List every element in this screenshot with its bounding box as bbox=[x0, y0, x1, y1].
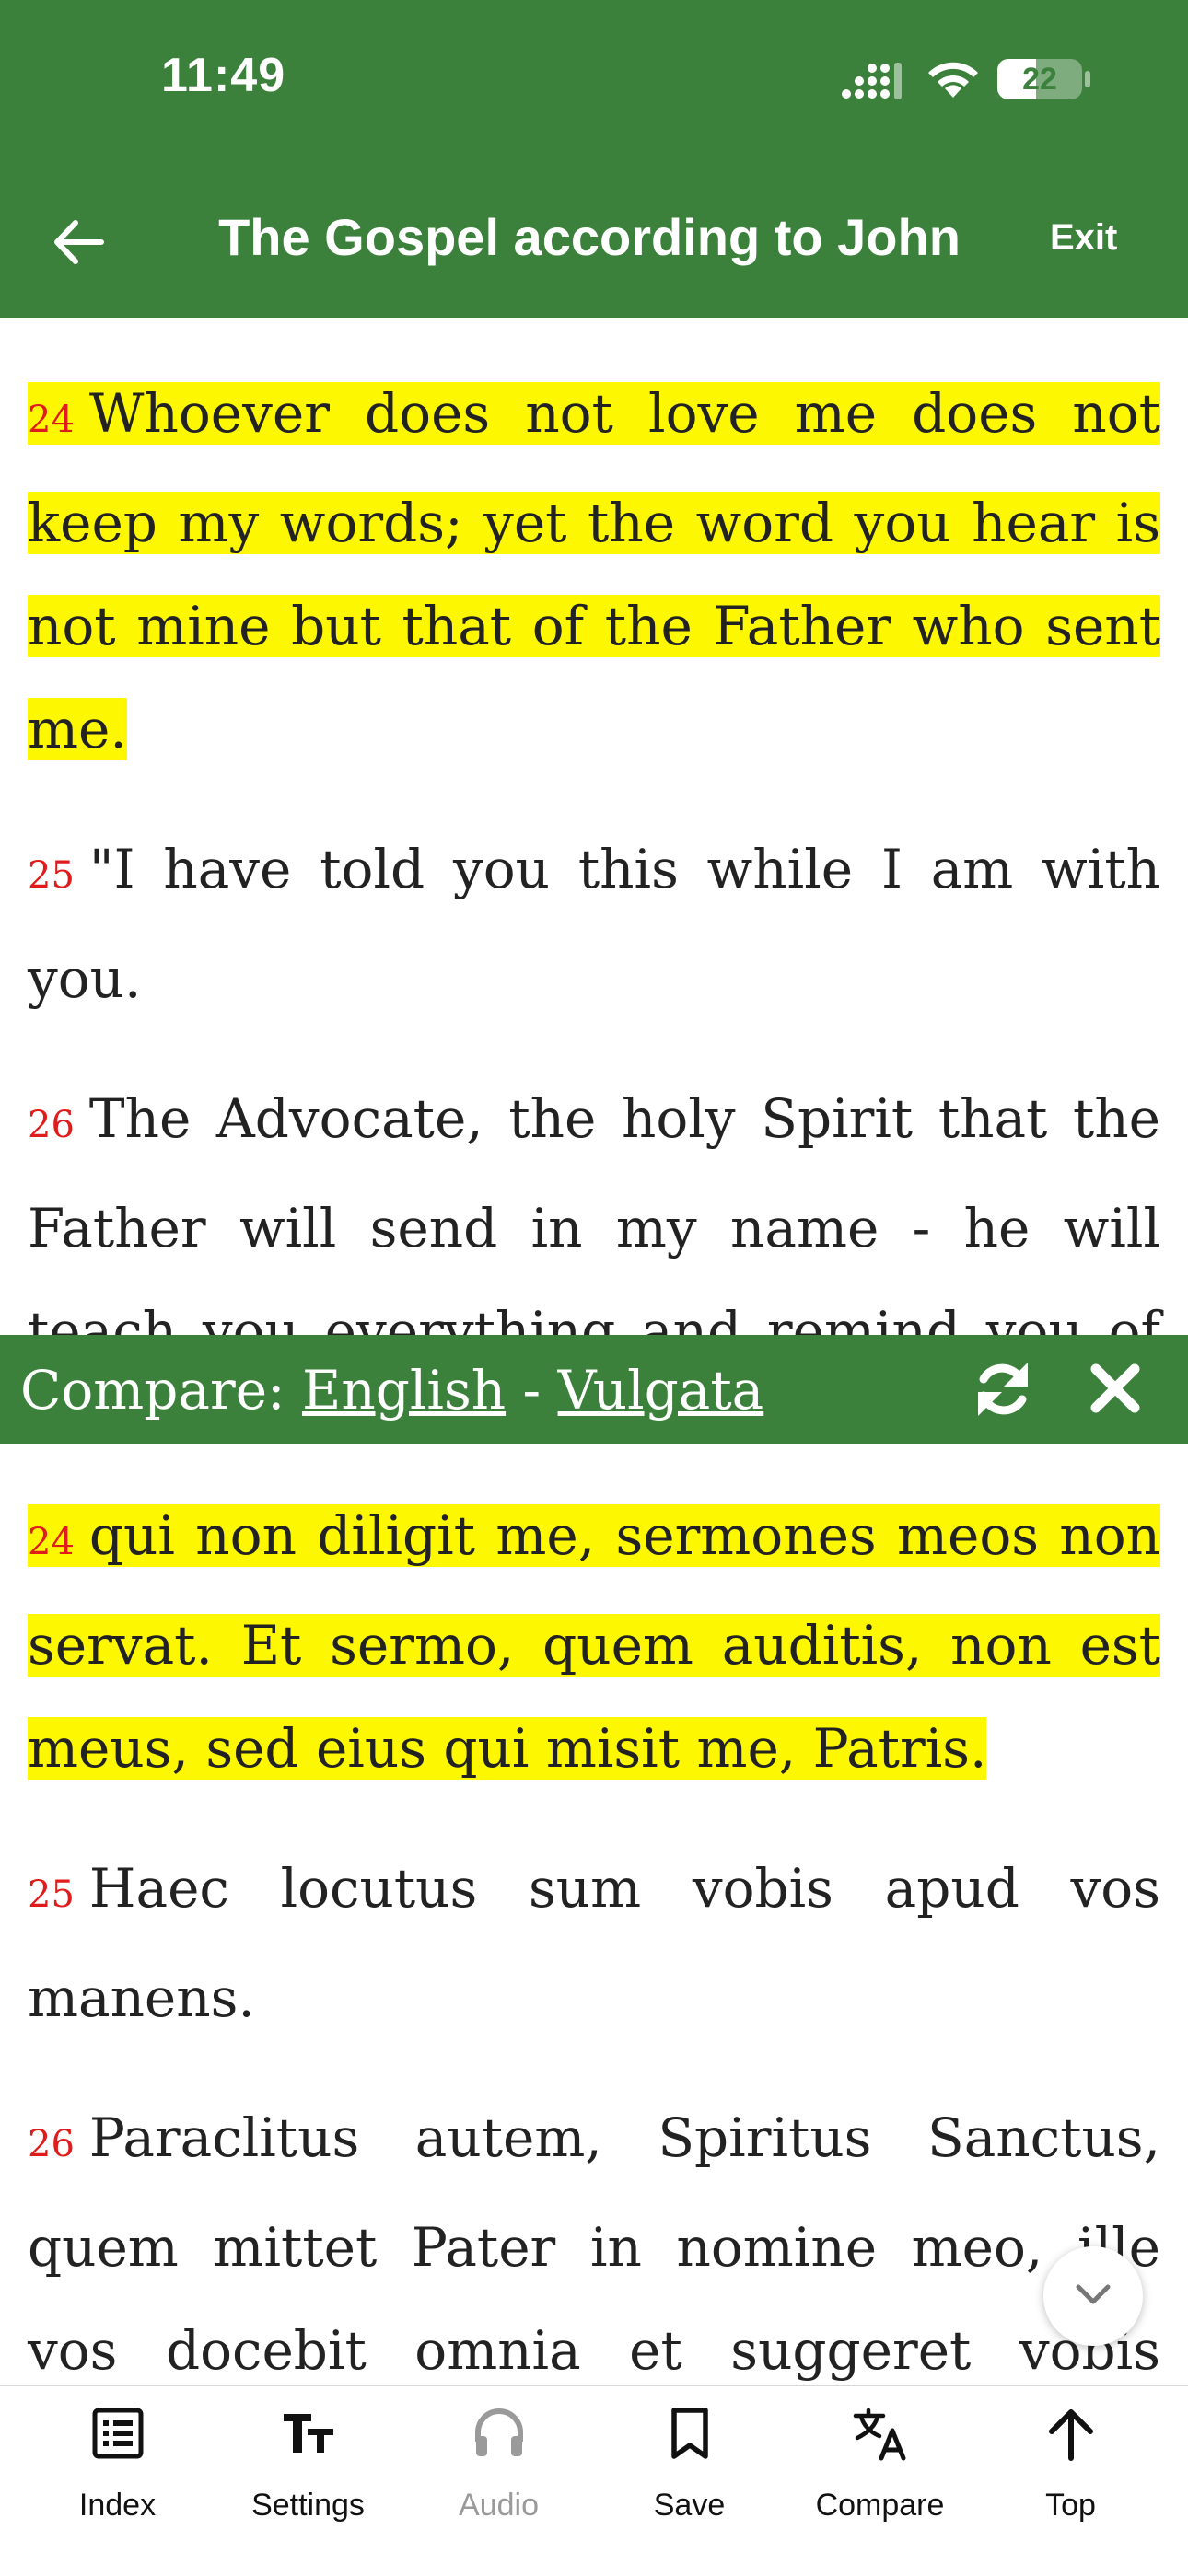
verse-24-english[interactable]: 24 Whoever does not love me does not keep… bbox=[28, 362, 1160, 781]
compare-bar: Compare: English - Vulgata bbox=[0, 1335, 1188, 1444]
verse-number: 25 bbox=[28, 854, 75, 897]
translate-icon bbox=[853, 2408, 906, 2461]
nav-label: Top bbox=[1045, 2488, 1096, 2523]
verse-text: "I have told you this while I am with yo… bbox=[28, 838, 1160, 1010]
exit-button[interactable]: Exit bbox=[1050, 217, 1117, 259]
nav-index[interactable]: Index bbox=[18, 2386, 216, 2576]
verse-number: 24 bbox=[28, 399, 75, 441]
compare-left-version-link[interactable]: English bbox=[302, 1359, 506, 1421]
battery-level: 22 bbox=[1022, 62, 1057, 97]
verse-number: 26 bbox=[28, 2123, 75, 2165]
verse-24-latin[interactable]: 24 qui non diligit me, sermones meos non … bbox=[28, 1484, 1160, 1800]
verse-text: Haec locutus sum vobis apud vos manens. bbox=[28, 1857, 1160, 2029]
close-icon[interactable] bbox=[1087, 1360, 1144, 1417]
english-text-pane[interactable]: 24 Whoever does not love me does not keep… bbox=[0, 318, 1188, 1335]
compare-label: Compare: English - Vulgata bbox=[20, 1359, 764, 1421]
list-icon bbox=[92, 2408, 144, 2459]
verse-26-latin[interactable]: 26 Paraclitus autem, Spiritus Sanctus, qu… bbox=[28, 2086, 1160, 2385]
arrow-up-icon bbox=[1049, 2409, 1093, 2461]
nav-label: Settings bbox=[251, 2488, 365, 2523]
wifi-icon bbox=[928, 62, 978, 98]
verse-number: 26 bbox=[28, 1104, 75, 1146]
verse-26-english[interactable]: 26 The Advocate, the holy Spirit that the… bbox=[28, 1067, 1160, 1335]
nav-compare[interactable]: Compare bbox=[781, 2386, 979, 2576]
nav-save[interactable]: Save bbox=[590, 2386, 788, 2576]
verse-text: The Advocate, the holy Spirit that the F… bbox=[28, 1087, 1160, 1335]
nav-label: Audio bbox=[459, 2488, 539, 2523]
verse-number: 25 bbox=[28, 1874, 75, 1916]
verse-25-latin[interactable]: 25 Haec locutus sum vobis apud vos manens… bbox=[28, 1837, 1160, 2049]
verse-text: qui non diligit me, sermones meos non se… bbox=[28, 1504, 1160, 1780]
battery-icon: 22 bbox=[997, 59, 1082, 99]
page-title: The Gospel according to John bbox=[218, 208, 961, 266]
nav-audio[interactable]: Audio bbox=[400, 2386, 598, 2576]
latin-text-pane[interactable]: 24 qui non diligit me, sermones meos non … bbox=[0, 1444, 1188, 2385]
text-size-icon bbox=[284, 2414, 333, 2453]
nav-label: Index bbox=[78, 2488, 157, 2523]
nav-top[interactable]: Top bbox=[972, 2386, 1170, 2576]
status-time: 11:49 bbox=[161, 49, 286, 102]
chevron-down-icon bbox=[1076, 2284, 1111, 2304]
bookmark-icon bbox=[671, 2408, 708, 2459]
back-arrow-icon[interactable] bbox=[46, 210, 111, 274]
headphones-icon bbox=[475, 2408, 523, 2456]
verse-number: 24 bbox=[28, 1521, 75, 1563]
cellular-signal-icon bbox=[842, 63, 902, 99]
verse-25-english[interactable]: 25 "I have told you this while I am with … bbox=[28, 818, 1160, 1030]
nav-settings[interactable]: Settings bbox=[209, 2386, 407, 2576]
verse-text: Paraclitus autem, Spiritus Sanctus, quem… bbox=[28, 2106, 1160, 2382]
scroll-down-button[interactable] bbox=[1043, 2246, 1143, 2346]
bottom-navigation: Index Settings Audio Save Compare Top bbox=[0, 2385, 1188, 2576]
swap-refresh-icon[interactable] bbox=[971, 1357, 1035, 1421]
nav-label: Compare bbox=[815, 2488, 945, 2523]
app-header: 11:49 22 The Gospel according to John Ex… bbox=[0, 0, 1188, 318]
nav-label: Save bbox=[653, 2488, 726, 2523]
verse-text: Whoever does not love me does not keep m… bbox=[28, 382, 1160, 760]
compare-right-version-link[interactable]: Vulgata bbox=[558, 1359, 764, 1421]
